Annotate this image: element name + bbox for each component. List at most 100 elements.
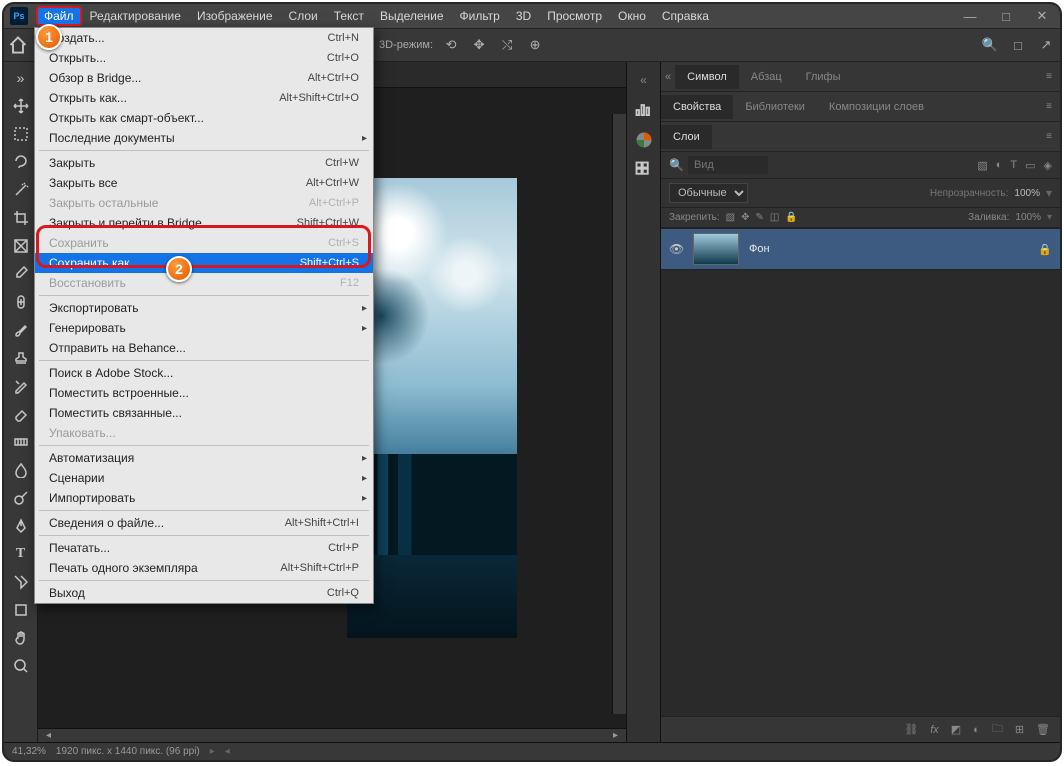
fill-value[interactable]: 100% bbox=[1015, 212, 1041, 223]
workspace-icon[interactable]: □ bbox=[1008, 35, 1028, 55]
layer-lock-icon[interactable]: 🔒 bbox=[1038, 243, 1052, 256]
new-layer-icon[interactable]: ⊞ bbox=[1015, 723, 1024, 736]
menu-item[interactable]: ЗакрытьCtrl+W bbox=[35, 153, 373, 173]
menu-item[interactable]: ВыходCtrl+Q bbox=[35, 583, 373, 603]
tab-character[interactable]: Символ bbox=[675, 65, 739, 89]
home-icon[interactable] bbox=[8, 35, 28, 55]
lock-artboard-icon[interactable]: ◫ bbox=[770, 212, 779, 223]
menu-item[interactable]: Открыть как...Alt+Shift+Ctrl+O bbox=[35, 88, 373, 108]
move-3d-icon[interactable]: ⤭ bbox=[497, 35, 517, 55]
scrollbar-horizontal[interactable]: ◂▸ bbox=[38, 728, 626, 742]
menu-item[interactable]: Печатать...Ctrl+P bbox=[35, 538, 373, 558]
share-icon[interactable]: ↗ bbox=[1036, 35, 1056, 55]
hand-tool-icon[interactable] bbox=[8, 626, 34, 650]
menu-item[interactable]: Автоматизация bbox=[35, 448, 373, 468]
crop-tool-icon[interactable] bbox=[8, 206, 34, 230]
menu-item[interactable]: Сведения о файле...Alt+Shift+Ctrl+I bbox=[35, 513, 373, 533]
filter-type-icon[interactable]: 🔍 bbox=[669, 158, 684, 172]
blur-tool-icon[interactable] bbox=[8, 458, 34, 482]
blend-mode-select[interactable]: Обычные bbox=[669, 183, 748, 203]
menu-item[interactable]: Последние документы bbox=[35, 128, 373, 148]
panel-menu-icon[interactable]: ≡ bbox=[1038, 71, 1060, 82]
move-tool-icon[interactable] bbox=[8, 94, 34, 118]
type-tool-icon[interactable]: T bbox=[8, 542, 34, 566]
menu-item[interactable]: Поместить связанные... bbox=[35, 403, 373, 423]
menu-item[interactable]: Экспортировать bbox=[35, 298, 373, 318]
menu-item[interactable]: Обзор в Bridge...Alt+Ctrl+O bbox=[35, 68, 373, 88]
menu-item[interactable]: Импортировать bbox=[35, 488, 373, 508]
pan-3d-icon[interactable]: ✥ bbox=[469, 35, 489, 55]
menu-item[interactable]: Генерировать bbox=[35, 318, 373, 338]
marquee-tool-icon[interactable] bbox=[8, 122, 34, 146]
window-close-icon[interactable]: ✕ bbox=[1024, 8, 1060, 24]
menu-item[interactable]: Отправить на Behance... bbox=[35, 338, 373, 358]
visibility-eye-icon[interactable]: 👁 bbox=[669, 242, 683, 256]
menu-filter[interactable]: Фильтр bbox=[452, 6, 508, 26]
lock-all-icon[interactable]: 🔒 bbox=[785, 212, 797, 223]
layer-row[interactable]: 👁 Фон 🔒 bbox=[661, 228, 1060, 270]
opacity-value[interactable]: 100% bbox=[1014, 188, 1040, 199]
menu-help[interactable]: Справка bbox=[654, 6, 717, 26]
history-brush-tool-icon[interactable] bbox=[8, 374, 34, 398]
expand-icon[interactable]: « bbox=[634, 70, 654, 90]
path-tool-icon[interactable] bbox=[8, 570, 34, 594]
delete-layer-icon[interactable]: 🗑 bbox=[1036, 723, 1050, 736]
layer-thumbnail[interactable] bbox=[693, 233, 739, 265]
filter-adjust-icon[interactable]: ◐ bbox=[996, 159, 1003, 172]
swatches-icon[interactable] bbox=[634, 160, 654, 180]
layer-fx-icon[interactable]: fx bbox=[930, 724, 939, 736]
flyout-icon[interactable]: » bbox=[8, 66, 34, 90]
menu-item[interactable]: Закрыть всеAlt+Ctrl+W bbox=[35, 173, 373, 193]
frame-tool-icon[interactable] bbox=[8, 234, 34, 258]
adjustment-layer-icon[interactable]: ◐ bbox=[973, 724, 980, 736]
menu-item[interactable]: Сценарии bbox=[35, 468, 373, 488]
link-layers-icon[interactable]: ⛓ bbox=[904, 723, 918, 736]
filter-shape-icon[interactable]: ▭ bbox=[1025, 159, 1035, 172]
window-maximize-icon[interactable]: □ bbox=[988, 9, 1024, 24]
menu-item[interactable]: Открыть как смарт-объект... bbox=[35, 108, 373, 128]
panel-menu-icon[interactable]: ≡ bbox=[1038, 101, 1060, 112]
menu-text[interactable]: Текст bbox=[326, 6, 372, 26]
menu-3d[interactable]: 3D bbox=[508, 6, 539, 26]
menu-select[interactable]: Выделение bbox=[372, 6, 452, 26]
shape-tool-icon[interactable] bbox=[8, 598, 34, 622]
zoom-tool-icon[interactable] bbox=[8, 654, 34, 678]
tab-glyphs[interactable]: Глифы bbox=[794, 65, 853, 89]
brush-tool-icon[interactable] bbox=[8, 318, 34, 342]
menu-view[interactable]: Просмотр bbox=[539, 6, 610, 26]
stamp-tool-icon[interactable] bbox=[8, 346, 34, 370]
filter-smart-icon[interactable]: ◈ bbox=[1044, 159, 1052, 172]
layer-name[interactable]: Фон bbox=[749, 243, 1028, 255]
layer-mask-icon[interactable]: ◩ bbox=[951, 723, 961, 736]
dodge-tool-icon[interactable] bbox=[8, 486, 34, 510]
eraser-tool-icon[interactable] bbox=[8, 402, 34, 426]
lasso-tool-icon[interactable] bbox=[8, 150, 34, 174]
window-minimize-icon[interactable]: — bbox=[952, 9, 988, 24]
eyedropper-tool-icon[interactable] bbox=[8, 262, 34, 286]
zoom-3d-icon[interactable]: ⊕ bbox=[525, 35, 545, 55]
filter-type-icon[interactable]: T bbox=[1010, 159, 1017, 172]
menu-window[interactable]: Окно bbox=[610, 6, 654, 26]
menu-item[interactable]: Закрыть и перейти в Bridge...Shift+Ctrl+… bbox=[35, 213, 373, 233]
orbit-3d-icon[interactable]: ⟲ bbox=[441, 35, 461, 55]
tab-properties[interactable]: Свойства bbox=[661, 95, 733, 119]
healing-tool-icon[interactable] bbox=[8, 290, 34, 314]
menu-item[interactable]: Поместить встроенные... bbox=[35, 383, 373, 403]
scrollbar-vertical[interactable] bbox=[612, 114, 626, 714]
tab-paragraph[interactable]: Абзац bbox=[739, 65, 794, 89]
menu-edit[interactable]: Редактирование bbox=[82, 6, 189, 26]
layer-group-icon[interactable]: 🗀 bbox=[992, 720, 1003, 739]
layer-filter-input[interactable] bbox=[688, 156, 768, 174]
search-icon[interactable]: 🔍 bbox=[980, 35, 1000, 55]
lock-pixels-icon[interactable]: ▧ bbox=[726, 212, 735, 223]
wand-tool-icon[interactable] bbox=[8, 178, 34, 202]
tab-layers[interactable]: Слои bbox=[661, 125, 712, 149]
menu-item[interactable]: Сохранить как...Shift+Ctrl+S bbox=[35, 253, 373, 273]
menu-item[interactable]: Поиск в Adobe Stock... bbox=[35, 363, 373, 383]
tab-layercomps[interactable]: Композиции слоев bbox=[817, 95, 936, 119]
menu-item[interactable]: Создать...Ctrl+N bbox=[35, 28, 373, 48]
histogram-icon[interactable] bbox=[634, 100, 654, 120]
panel-menu-icon[interactable]: ≡ bbox=[1038, 131, 1060, 142]
tab-libraries[interactable]: Библиотеки bbox=[733, 95, 817, 119]
menu-image[interactable]: Изображение bbox=[189, 6, 281, 26]
